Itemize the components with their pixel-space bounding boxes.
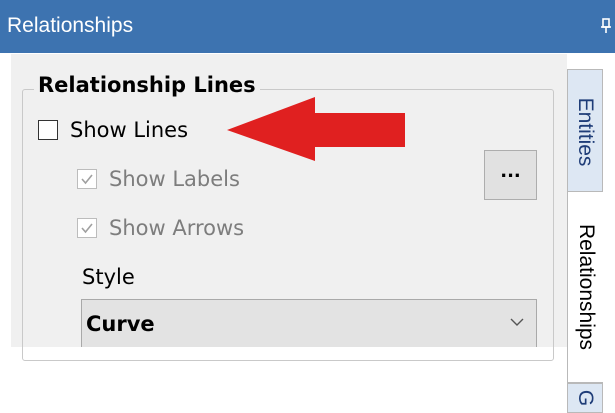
group-title: Relationship Lines — [34, 70, 260, 100]
line-options-button[interactable]: ... — [484, 150, 537, 200]
show-labels-checkbox-box[interactable] — [77, 169, 97, 189]
pin-icon[interactable] — [600, 18, 612, 34]
side-tab-strip: Entities Relationships G — [567, 54, 615, 413]
show-lines-checkbox[interactable]: Show Lines — [38, 115, 188, 145]
show-labels-checkbox[interactable]: Show Labels — [77, 164, 240, 194]
show-arrows-checkbox-box[interactable] — [77, 218, 97, 238]
panel-title: Relationships — [7, 14, 134, 37]
show-arrows-label: Show Arrows — [109, 216, 245, 240]
show-lines-label: Show Lines — [70, 118, 189, 142]
style-dropdown[interactable]: Curve — [81, 299, 537, 347]
style-label: Style — [82, 265, 135, 289]
panel-titlebar: Relationships — [0, 0, 615, 53]
red-arrow-icon — [227, 97, 405, 161]
style-selected-value: Curve — [86, 312, 155, 336]
tab-relationships-label: Relationships — [574, 223, 598, 351]
chevron-down-icon — [510, 318, 524, 326]
tab-relationships[interactable]: Relationships — [567, 191, 603, 383]
show-lines-checkbox-box[interactable] — [38, 120, 58, 140]
checkmark-icon — [81, 174, 93, 185]
checkmark-icon — [81, 223, 93, 234]
tab-entities-label: Entities — [574, 97, 597, 167]
tab-entities[interactable]: Entities — [567, 69, 603, 195]
show-arrows-checkbox[interactable]: Show Arrows — [77, 213, 244, 243]
show-labels-label: Show Labels — [109, 167, 240, 191]
tab-other-label: G — [574, 389, 597, 407]
tab-other[interactable]: G — [567, 383, 603, 413]
